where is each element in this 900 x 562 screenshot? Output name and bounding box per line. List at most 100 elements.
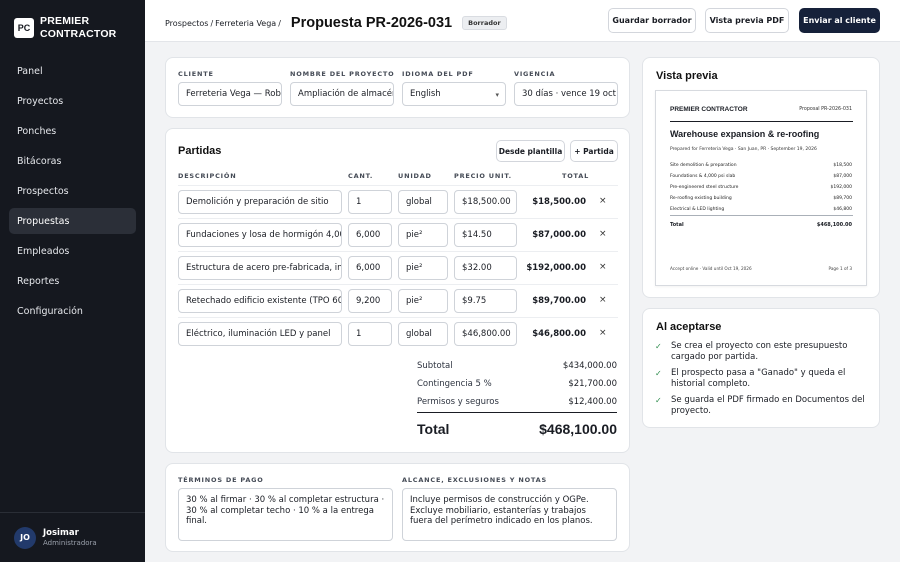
proposal-details-card: CLIENTE Ferreteria Vega — Roberto Vega N…: [165, 57, 630, 118]
sidebar-item-prospectos[interactable]: Prospectos: [9, 178, 136, 204]
total-divider: [417, 412, 617, 413]
row-total: $87,000.00: [532, 230, 586, 240]
project-name-label: NOMBRE DEL PROYECTO: [290, 70, 395, 78]
add-line-item-button[interactable]: + Partida: [570, 140, 618, 162]
sidebar-item-reportes[interactable]: Reportes: [9, 268, 136, 294]
sidebar-item-ponches[interactable]: Ponches: [9, 118, 136, 144]
row-unit-input[interactable]: global: [398, 322, 448, 346]
row-qty-input[interactable]: 6,000: [348, 256, 392, 280]
doc-subtitle: Prepared for Ferreteria Vega · San Juan,…: [670, 147, 817, 152]
status-badge: Borrador: [462, 16, 507, 30]
doc-total-value: $468,100.00: [816, 222, 852, 228]
doc-line-amount: $87,000: [833, 174, 852, 179]
list-item: ✓ Se guarda el PDF firmado en Documentos…: [655, 395, 870, 417]
row-total: $192,000.00: [526, 263, 586, 273]
row-total: $18,500.00: [532, 197, 586, 207]
send-to-client-button[interactable]: Enviar al cliente: [799, 8, 880, 33]
on-accept-card: Al aceptarse ✓ Se crea el proyecto con e…: [642, 308, 880, 428]
subtotal-label: Subtotal: [417, 361, 453, 371]
pdf-preview-button[interactable]: Vista previa PDF: [705, 8, 789, 33]
doc-line-item: Site demolition & preparation: [670, 163, 737, 168]
subtotal-value: $434,000.00: [562, 361, 617, 371]
pdf-language-value: English: [410, 89, 441, 99]
company-name: PREMIER CONTRACTOR: [40, 15, 116, 41]
line-items-title: Partidas: [178, 145, 222, 157]
breadcrumb: Prospectos / Ferreteria Vega / Propuesta…: [165, 15, 507, 31]
doc-line-item: Pre-engineered steel structure: [670, 185, 739, 190]
row-qty-input[interactable]: 9,200: [348, 289, 392, 313]
permits-label[interactable]: Permisos y seguros: [417, 397, 499, 407]
sidebar-item-proyectos[interactable]: Proyectos: [9, 88, 136, 114]
sidebar-item-propuestas[interactable]: Propuestas: [9, 208, 136, 234]
row-qty-input[interactable]: 6,000: [348, 223, 392, 247]
from-template-button[interactable]: Desde plantilla: [496, 140, 565, 162]
doc-line-amount: $89,700: [833, 196, 852, 201]
column-header-unit-price: PRECIO UNIT.: [454, 172, 512, 180]
doc-proposal-id: Proposal PR-2026-031: [799, 107, 852, 112]
doc-line-item: Foundations & 4,000 psi slab: [670, 174, 736, 179]
top-header: Prospectos / Ferreteria Vega / Propuesta…: [145, 0, 900, 42]
column-header-qty: CANT.: [348, 172, 374, 180]
row-unit-input[interactable]: global: [398, 190, 448, 214]
payment-terms-textarea[interactable]: 30 % al firmar · 30 % al completar estru…: [178, 488, 393, 541]
remove-row-icon[interactable]: ×: [599, 328, 607, 338]
total-value: $468,100.00: [539, 421, 617, 437]
divider: [178, 284, 618, 285]
sidebar-item-configuracion[interactable]: Configuración: [9, 298, 136, 324]
project-name-field[interactable]: Ampliación de almacén: [290, 82, 394, 106]
line-items-card: Partidas Desde plantilla + Partida DESCR…: [165, 128, 630, 453]
row-unit-input[interactable]: pie²: [398, 256, 448, 280]
sidebar-item-panel[interactable]: Panel: [9, 58, 136, 84]
check-icon: ✓: [655, 342, 662, 351]
user-profile[interactable]: JO Josimar Administradora: [0, 512, 145, 562]
save-draft-button[interactable]: Guardar borrador: [608, 8, 696, 33]
row-qty-input[interactable]: 1: [348, 190, 392, 214]
breadcrumb-client[interactable]: Ferreteria Vega: [215, 19, 276, 28]
list-item-text: Se guarda el PDF firmado en Documentos d…: [671, 395, 865, 416]
check-icon: ✓: [655, 369, 662, 378]
remove-row-icon[interactable]: ×: [599, 295, 607, 305]
validity-label: VIGENCIA: [514, 70, 556, 78]
column-header-total: TOTAL: [562, 172, 590, 180]
contingency-value: $21,700.00: [568, 379, 617, 389]
sidebar-nav: Panel Proyectos Ponches Bitácoras Prospe…: [9, 58, 136, 328]
brand-line-2: CONTRACTOR: [40, 28, 117, 40]
contingency-label[interactable]: Contingencia 5 %: [417, 379, 492, 389]
scope-notes-textarea[interactable]: Incluye permisos de construcción y OGPe.…: [402, 488, 617, 541]
sidebar-item-empleados[interactable]: Empleados: [9, 238, 136, 264]
breadcrumb-prospectos[interactable]: Prospectos: [165, 19, 208, 28]
preview-card: Vista previa PREMIER CONTRACTOR Proposal…: [642, 57, 880, 298]
permits-value: $12,400.00: [568, 397, 617, 407]
remove-row-icon[interactable]: ×: [599, 229, 607, 239]
row-unit-input[interactable]: pie²: [398, 223, 448, 247]
breadcrumb-separator: /: [210, 18, 214, 28]
row-description-input[interactable]: Estructura de acero pre-fabricada, insta…: [178, 256, 342, 280]
validity-field[interactable]: 30 días · vence 19 oct 2026: [514, 82, 618, 106]
client-field[interactable]: Ferreteria Vega — Roberto Vega: [178, 82, 282, 106]
row-description-input[interactable]: Demolición y preparación de sitio: [178, 190, 342, 214]
remove-row-icon[interactable]: ×: [599, 196, 607, 206]
row-total: $89,700.00: [532, 296, 586, 306]
row-description-input[interactable]: Eléctrico, iluminación LED y panel: [178, 322, 342, 346]
terms-card: TÉRMINOS DE PAGO 30 % al firmar · 30 % a…: [165, 463, 630, 552]
breadcrumb-separator: /: [278, 18, 281, 28]
total-label: Total: [417, 421, 450, 437]
pdf-language-label: IDIOMA DEL PDF: [402, 70, 474, 78]
column-header-unit: UNIDAD: [398, 172, 432, 180]
row-qty-input[interactable]: 1: [348, 322, 392, 346]
pdf-thumbnail[interactable]: PREMIER CONTRACTOR Proposal PR-2026-031 …: [655, 90, 867, 286]
row-unit-input[interactable]: pie²: [398, 289, 448, 313]
divider: [178, 251, 618, 252]
user-role: Administradora: [43, 539, 97, 547]
sidebar-item-bitacoras[interactable]: Bitácoras: [9, 148, 136, 174]
row-description-input[interactable]: Fundaciones y losa de hormigón 4,000 psi: [178, 223, 342, 247]
row-description-input[interactable]: Retechado edificio existente (TPO 60 mil…: [178, 289, 342, 313]
divider: [178, 317, 618, 318]
remove-row-icon[interactable]: ×: [599, 262, 607, 272]
doc-line-item: Electrical & LED lighting: [670, 207, 725, 212]
user-name: Josimar: [43, 528, 79, 538]
brand[interactable]: PC PREMIER CONTRACTOR: [14, 15, 116, 41]
list-item: ✓ El prospecto pasa a "Ganado" y queda e…: [655, 368, 870, 390]
pdf-language-select[interactable]: English ▾: [402, 82, 506, 106]
column-header-description: DESCRIPCIÓN: [178, 172, 237, 180]
